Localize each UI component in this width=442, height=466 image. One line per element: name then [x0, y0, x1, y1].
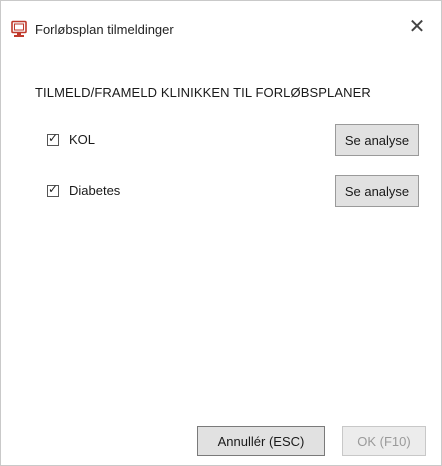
window-title: Forløbsplan tilmeldinger [35, 22, 174, 37]
ok-button[interactable]: OK (F10) [342, 426, 426, 456]
list-item-kol: ✓ KOL Se analyse [1, 123, 441, 157]
list-item-diabetes: ✓ Diabetes Se analyse [1, 174, 441, 208]
diabetes-checkbox[interactable]: ✓ [47, 182, 59, 197]
close-button[interactable]: ✕ [407, 17, 427, 37]
diabetes-label: Diabetes [69, 183, 121, 198]
diabetes-se-analyse-button[interactable]: Se analyse [335, 175, 419, 207]
title-bar: Forløbsplan tilmeldinger ✕ [1, 1, 441, 51]
monitor-icon [10, 20, 28, 38]
cancel-button[interactable]: Annullér (ESC) [197, 426, 325, 456]
kol-checkbox[interactable]: ✓ [47, 131, 59, 146]
kol-se-analyse-button[interactable]: Se analyse [335, 124, 419, 156]
section-heading: TILMELD/FRAMELD KLINIKKEN TIL FORLØBSPLA… [35, 85, 371, 100]
kol-label: KOL [69, 132, 96, 147]
dialog-window: Forløbsplan tilmeldinger ✕ TILMELD/FRAME… [0, 0, 442, 466]
checkmark-icon: ✓ [48, 131, 59, 145]
checkmark-icon: ✓ [48, 182, 59, 196]
